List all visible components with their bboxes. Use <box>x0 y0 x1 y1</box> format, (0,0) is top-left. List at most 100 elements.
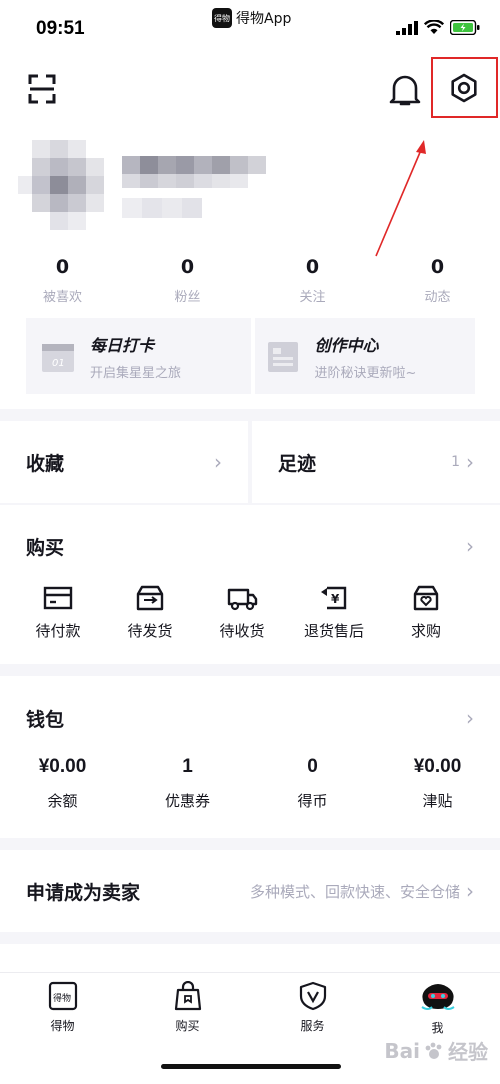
purchase-item-pending-payment[interactable]: 待付款 <box>12 584 104 641</box>
stat-value: 0 <box>180 256 195 278</box>
wallet-value: ¥0.00 <box>38 756 87 777</box>
status-bar: 09:51 得物 得物App <box>0 0 500 56</box>
tab-label: 购买 <box>175 1019 200 1033</box>
battery-icon <box>450 20 480 35</box>
wallet-label: 津贴 <box>422 792 453 810</box>
card-subtitle: 开启集星星之旅 <box>90 365 182 381</box>
watermark: Bai 经验 <box>384 1036 488 1065</box>
calendar-day: 01 <box>52 358 65 369</box>
collect-label: 收藏 <box>26 452 65 475</box>
card-title: 每日打卡 <box>90 335 155 355</box>
avatar-icon <box>420 984 455 1010</box>
watermark-text: Bai <box>384 1038 420 1063</box>
box-icon <box>136 585 164 611</box>
avatar[interactable] <box>18 130 298 240</box>
stat-likes[interactable]: 0 被喜欢 <box>0 256 125 305</box>
chevron-right-icon: › <box>466 450 474 474</box>
tab-label: 得物 <box>50 1019 75 1033</box>
daily-checkin-card[interactable]: 01 每日打卡 开启集星星之旅 <box>26 318 251 394</box>
bell-icon[interactable] <box>388 72 422 108</box>
purchase-item-returns[interactable]: ¥ 退货售后 <box>288 584 380 641</box>
stat-value: 0 <box>55 256 70 278</box>
footprint-count: 1 <box>451 454 460 470</box>
status-icons <box>396 20 480 35</box>
purchase-items: 待付款 待发货 待收货 ¥ 退货售后 求购 <box>0 584 500 641</box>
shield-icon <box>299 981 326 1011</box>
purchase-item-wanted[interactable]: 求购 <box>380 584 472 641</box>
wallet-label: 优惠券 <box>164 792 210 810</box>
wallet-label: 余额 <box>47 792 78 810</box>
wallet-header[interactable]: 钱包 › <box>0 698 500 738</box>
stat-fans[interactable]: 0 粉丝 <box>125 256 250 305</box>
chevron-right-icon: › <box>466 706 474 730</box>
stat-label: 被喜欢 <box>42 290 82 305</box>
stat-label: 关注 <box>299 290 326 305</box>
wallet-coins[interactable]: 0 得币 <box>250 756 375 811</box>
creator-center-card[interactable]: 创作中心 进阶秘诀更新啦~ <box>250 318 476 394</box>
card-icon <box>43 586 73 610</box>
section-divider <box>0 664 500 676</box>
purchase-item-label: 退货售后 <box>303 622 364 640</box>
card-subtitle: 进阶秘诀更新啦~ <box>314 365 417 381</box>
purchase-item-to-ship[interactable]: 待发货 <box>104 584 196 641</box>
collect-entry[interactable]: 收藏 › <box>0 421 248 503</box>
document-icon <box>267 342 298 372</box>
chevron-right-icon: › <box>466 879 474 903</box>
wallet-value: 1 <box>182 756 193 777</box>
tab-service[interactable]: 服务 <box>250 973 375 1036</box>
section-divider <box>0 838 500 850</box>
seller-subtitle: 多种模式、回款快速、安全仓储 <box>249 882 460 901</box>
wifi-icon <box>424 20 444 34</box>
tab-me[interactable]: 我 <box>375 973 500 1036</box>
chevron-right-icon: › <box>466 534 474 558</box>
refund-icon: ¥ <box>321 586 347 610</box>
section-divider <box>0 409 500 421</box>
purchase-item-label: 求购 <box>410 622 441 640</box>
become-seller-row[interactable]: 申请成为卖家 多种模式、回款快速、安全仓储 › <box>0 850 500 932</box>
chevron-right-icon: › <box>214 450 222 474</box>
profile-header <box>0 66 500 114</box>
wallet-value: 0 <box>307 756 318 777</box>
tab-buy[interactable]: 购买 <box>125 973 250 1036</box>
wallet-items: ¥0.00 余额 1 优惠券 0 得币 ¥0.00 津贴 <box>0 756 500 811</box>
purchase-header[interactable]: 购买 › <box>0 526 500 566</box>
section-divider <box>0 932 500 944</box>
paw-icon <box>425 1042 442 1059</box>
calendar-icon: 01 <box>42 344 74 372</box>
dewu-icon-text: 得物 <box>53 992 71 1004</box>
section-divider <box>0 503 500 505</box>
stat-label: 动态 <box>424 290 451 305</box>
wallet-title: 钱包 <box>26 708 65 731</box>
stat-label: 粉丝 <box>174 290 201 305</box>
signal-icon <box>396 20 418 35</box>
stat-value: 0 <box>305 256 320 278</box>
wallet-coupons[interactable]: 1 优惠券 <box>125 756 250 811</box>
refund-symbol: ¥ <box>331 592 340 606</box>
wallet-balance[interactable]: ¥0.00 余额 <box>0 756 125 811</box>
wallet-label: 得币 <box>297 792 328 810</box>
purchase-item-label: 待发货 <box>127 622 173 640</box>
footprint-entry[interactable]: 足迹 1 › <box>248 421 500 503</box>
status-time: 09:51 <box>36 18 85 39</box>
app-name: 得物App <box>236 11 292 27</box>
tab-label: 服务 <box>300 1019 325 1033</box>
wallet-value: ¥0.00 <box>413 756 462 777</box>
footprint-label: 足迹 <box>278 452 317 475</box>
purchase-title: 购买 <box>26 536 65 559</box>
purchase-item-label: 待付款 <box>35 622 81 640</box>
stat-following[interactable]: 0 关注 <box>250 256 375 305</box>
home-indicator <box>161 1064 341 1069</box>
wallet-allowance[interactable]: ¥0.00 津贴 <box>375 756 500 811</box>
shopping-bag-icon <box>174 981 201 1011</box>
scan-icon[interactable] <box>28 74 56 104</box>
purchase-item-to-receive[interactable]: 待收货 <box>196 584 288 641</box>
dewu-icon: 得物 <box>48 981 77 1011</box>
collect-footprint-row: 收藏 › 足迹 1 › <box>0 421 500 503</box>
tab-dewu[interactable]: 得物 得物 <box>0 973 125 1036</box>
gear-icon[interactable] <box>448 72 480 104</box>
truck-icon <box>227 588 258 611</box>
heart-box-icon <box>413 585 439 611</box>
stats-row: 0 被喜欢 0 粉丝 0 关注 0 动态 <box>0 256 500 305</box>
stat-posts[interactable]: 0 动态 <box>375 256 500 305</box>
card-title: 创作中心 <box>314 335 379 355</box>
